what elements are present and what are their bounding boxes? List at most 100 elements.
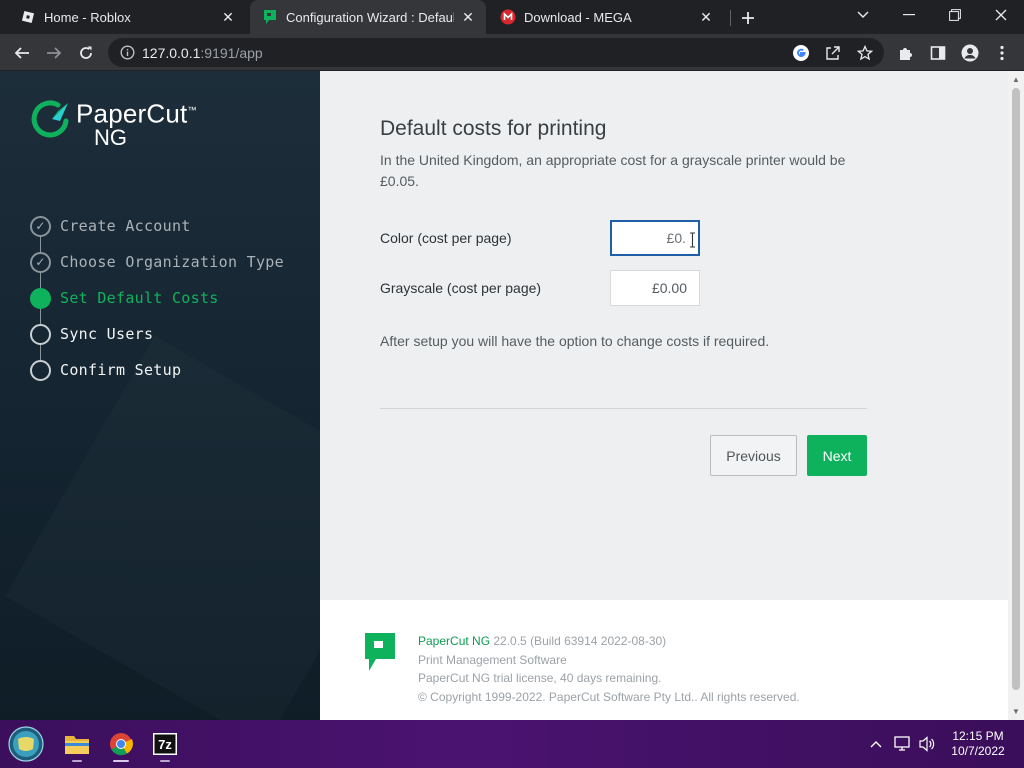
grayscale-cost-value: £0.00 (651, 280, 687, 296)
step-set-default-costs: Set Default Costs (30, 280, 284, 316)
puzzle-icon (900, 48, 912, 60)
grayscale-cost-input[interactable]: £0.00 (610, 270, 700, 306)
restore-button[interactable] (932, 0, 978, 30)
mega-icon (500, 9, 516, 25)
start-orb-icon (8, 726, 44, 762)
pending-step-icon (30, 359, 51, 381)
running-indicator (160, 760, 170, 762)
network-icon (894, 736, 910, 751)
web-page: PaperCut™ NG ✓ Create Account ✓ Choose O… (0, 71, 1024, 720)
tab-title: Download - MEGA (524, 9, 632, 25)
logo-subtitle: NG (94, 124, 127, 150)
step-confirm-setup: Confirm Setup (30, 352, 284, 388)
footer-tagline: Print Management Software (418, 652, 567, 667)
papercut-footer-logo-icon (365, 633, 395, 671)
new-tab-button[interactable] (736, 6, 760, 30)
site-info-icon[interactable] (112, 38, 142, 67)
url-path: :9191/app (200, 44, 263, 61)
setup-note: After setup you will have the option to … (380, 333, 770, 349)
footer-copyright: © Copyright 1999-2022. PaperCut Software… (418, 689, 800, 704)
close-tab-icon[interactable]: ✕ (220, 9, 236, 25)
profile-button[interactable] (957, 40, 983, 66)
page-title: Default costs for printing (380, 117, 607, 140)
background-decoration (5, 336, 320, 720)
file-explorer-icon (65, 736, 89, 754)
show-hidden-icons-button[interactable] (866, 734, 886, 754)
page-scrollbar[interactable]: ▲ ▼ (1008, 71, 1024, 720)
grayscale-cost-label: Grayscale (cost per page) (380, 280, 542, 296)
reload-icon (80, 46, 92, 59)
url-text: 127.0.0.1:9191/app (142, 45, 263, 61)
scroll-up-icon[interactable]: ▲ (1012, 75, 1020, 84)
step-label: Sync Users (60, 325, 154, 343)
back-arrow-icon (14, 47, 29, 59)
forward-arrow-icon (47, 47, 62, 59)
scroll-down-icon[interactable]: ▼ (1012, 707, 1020, 716)
side-panel-icon (930, 46, 946, 60)
tab-separator (730, 10, 731, 26)
step-create-account[interactable]: ✓ Create Account (30, 208, 284, 244)
close-icon (995, 9, 1007, 21)
minimize-button[interactable] (886, 0, 932, 30)
chevron-down-icon (857, 11, 869, 18)
scrollbar-thumb[interactable] (1012, 88, 1020, 690)
menu-button[interactable] (989, 40, 1015, 66)
network-button[interactable] (893, 734, 913, 754)
tab-roblox[interactable]: Home - Roblox ✕ (8, 0, 246, 34)
close-tab-icon[interactable]: ✕ (698, 9, 714, 25)
address-bar[interactable]: 127.0.0.1:9191/app (108, 38, 884, 67)
running-indicator (113, 760, 129, 762)
close-window-button[interactable] (978, 0, 1024, 30)
next-button[interactable]: Next (807, 435, 867, 476)
bookmark-star-icon[interactable] (854, 42, 876, 64)
footer-product: PaperCut NG (418, 634, 491, 648)
step-label: Confirm Setup (60, 361, 182, 379)
papercut-logo: PaperCut™ NG (28, 97, 197, 149)
volume-icon (919, 736, 935, 752)
browser-tab-strip: Home - Roblox ✕ Configuration Wizard : D… (0, 0, 1024, 34)
previous-button[interactable]: Previous (710, 435, 797, 476)
text-cursor-icon (690, 232, 695, 248)
google-icon[interactable] (790, 42, 812, 64)
color-cost-row: Color (cost per page) £0. (380, 213, 867, 263)
running-indicator (72, 760, 82, 762)
close-tab-icon[interactable]: ✕ (460, 9, 476, 25)
wizard-sidebar: PaperCut™ NG ✓ Create Account ✓ Choose O… (0, 71, 320, 720)
tab-title: Configuration Wizard : Default co (286, 9, 454, 25)
volume-button[interactable] (918, 734, 938, 754)
pending-step-icon (30, 323, 51, 345)
more-vert-icon (1000, 45, 1004, 61)
grayscale-cost-row: Grayscale (cost per page) £0.00 (380, 263, 867, 313)
back-button[interactable] (9, 40, 35, 66)
tab-mega[interactable]: Download - MEGA ✕ (488, 0, 724, 34)
form-divider (380, 408, 867, 409)
chevron-up-icon (870, 741, 882, 748)
color-cost-input[interactable]: £0. (610, 220, 700, 256)
page-footer: PaperCut NG 22.0.5 (Build 63914 2022-08-… (320, 600, 1008, 720)
profile-icon (961, 44, 979, 62)
step-label: Set Default Costs (60, 289, 219, 307)
7zip-icon: 7z (153, 733, 177, 755)
color-cost-label: Color (cost per page) (380, 230, 512, 246)
side-panel-button[interactable] (925, 40, 951, 66)
tab-title: Home - Roblox (44, 9, 131, 25)
7zip-button[interactable]: 7z (145, 724, 185, 764)
start-button[interactable] (6, 724, 46, 764)
tab-configuration-wizard[interactable]: Configuration Wizard : Default co ✕ (250, 0, 486, 34)
footer-version: 22.0.5 (Build 63914 2022-08-30) (490, 634, 667, 648)
cost-recommendation: In the United Kingdom, an appropriate co… (380, 152, 846, 189)
checkmark-icon: ✓ (30, 251, 51, 273)
clock-time: 12:15 PM (952, 729, 1004, 743)
file-explorer-button[interactable] (57, 724, 97, 764)
extensions-button[interactable] (893, 40, 919, 66)
papercut-logo-icon (31, 100, 69, 138)
forward-button[interactable] (41, 40, 67, 66)
system-clock[interactable]: 12:15 PM 10/7/2022 (940, 729, 1016, 759)
tab-search-button[interactable] (840, 0, 886, 30)
checkmark-icon: ✓ (30, 215, 51, 237)
restore-icon (949, 9, 961, 21)
share-icon[interactable] (822, 42, 844, 64)
step-choose-organization-type[interactable]: ✓ Choose Organization Type (30, 244, 284, 280)
reload-button[interactable] (73, 40, 99, 66)
chrome-button[interactable] (101, 724, 141, 764)
